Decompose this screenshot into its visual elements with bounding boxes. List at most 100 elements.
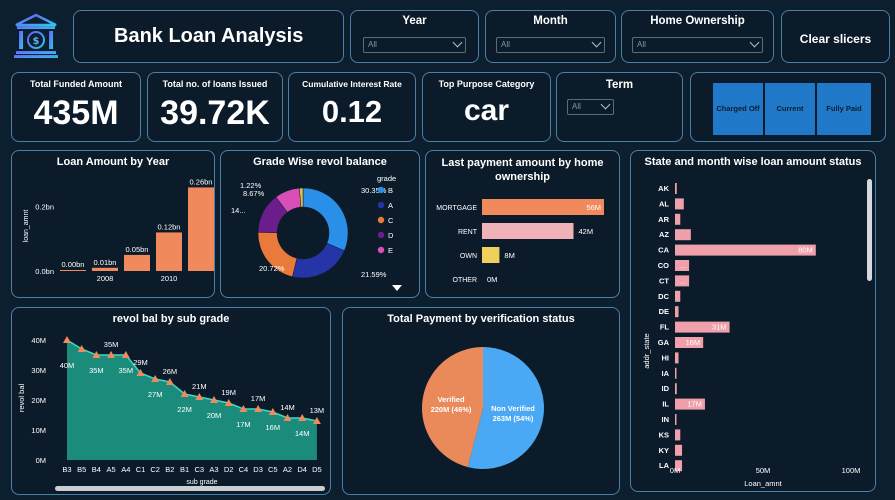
- term-dropdown[interactable]: All: [567, 99, 614, 115]
- data-value-label: 14M: [280, 403, 295, 412]
- kpi-interest-rate: Cumulative Interest Rate 0.12: [288, 72, 416, 142]
- category-label: KY: [659, 446, 669, 455]
- bar-value-label: 80M: [798, 246, 813, 255]
- y-tick-label: 10M: [31, 426, 46, 435]
- bar: [675, 383, 677, 395]
- data-value-label: 19M: [221, 388, 236, 397]
- bar-value-label: 16M: [686, 338, 701, 347]
- x-tick-label: A3: [209, 465, 218, 474]
- bar-value-label: 0.01bn: [94, 258, 117, 267]
- bar: [675, 183, 677, 194]
- x-tick-label: D3: [253, 465, 263, 474]
- month-dropdown[interactable]: All: [496, 37, 605, 53]
- grade-revol-card: Grade Wise revol balance 30.35% 21.59% 20.…: [220, 150, 420, 298]
- category-label: AL: [659, 199, 669, 208]
- data-value-label: 35M: [104, 340, 119, 349]
- legend-entry: B: [388, 186, 393, 195]
- legend-title: grade: [377, 174, 396, 183]
- bar: [156, 232, 182, 271]
- bar: [675, 444, 683, 456]
- data-value-label: 16M: [266, 423, 281, 432]
- kpi-top-purpose-label: Top Purpose Category: [438, 79, 535, 89]
- vertical-scrollbar[interactable]: [867, 179, 872, 281]
- y-tick-label: 40M: [31, 336, 46, 345]
- bar: [675, 213, 681, 225]
- bar: [675, 306, 679, 318]
- loan-by-year-chart: loan_amnt 0.0bn 0.2bn 0.00bn 0.01bn 0.05bn 0.1…: [23, 177, 214, 283]
- y-tick-label: 20M: [31, 396, 46, 405]
- home-ownership-slicer[interactable]: Home Ownership All: [621, 10, 774, 63]
- area-fill: [67, 340, 317, 460]
- bar: [675, 198, 684, 210]
- kpi-total-funded-value: 435M: [33, 94, 119, 132]
- category-label: AK: [658, 184, 669, 193]
- loan-status-current-button[interactable]: Current: [765, 83, 815, 135]
- kpi-total-loans-label: Total no. of loans Issued: [162, 79, 268, 89]
- month-slicer[interactable]: Month All: [485, 10, 616, 63]
- loan-status-slicer[interactable]: Charged Off Current Fully Paid: [690, 72, 886, 142]
- data-value-label: 26M: [163, 367, 178, 376]
- chevron-down-icon[interactable]: [392, 285, 402, 291]
- legend-entry: A: [388, 201, 393, 210]
- home-ownership-dropdown[interactable]: All: [632, 37, 763, 53]
- term-slicer[interactable]: Term All: [556, 72, 683, 142]
- donut-slice: [302, 187, 349, 252]
- horizontal-scrollbar[interactable]: [55, 486, 325, 491]
- kpi-total-loans-value: 39.72K: [160, 94, 270, 132]
- x-tick-label: D2: [224, 465, 234, 474]
- x-axis-label: Loan_amnt: [744, 479, 782, 488]
- bar: [92, 267, 118, 271]
- loan-status-charged-off-button[interactable]: Charged Off: [713, 83, 763, 135]
- x-tick-label: A5: [107, 465, 116, 474]
- title-card: Bank Loan Analysis: [73, 10, 344, 63]
- data-value-label: 14M: [295, 429, 310, 438]
- kpi-total-funded-label: Total Funded Amount: [30, 79, 122, 89]
- legend-marker: [377, 231, 385, 239]
- category-label: AZ: [659, 230, 669, 239]
- data-value-label: 22M: [177, 405, 192, 414]
- bar-value-label: 8M: [504, 251, 514, 260]
- bar: [675, 229, 691, 241]
- x-tick-label: 100M: [842, 466, 861, 475]
- x-tick-label: 50M: [756, 466, 771, 475]
- bar: [60, 270, 86, 271]
- slice-category-label: Verified: [437, 395, 465, 404]
- bar: [482, 247, 500, 263]
- chevron-down-icon: [591, 37, 602, 48]
- category-label: RENT: [458, 229, 478, 236]
- bar-value-label: 0.00bn: [62, 260, 85, 269]
- data-point: [63, 336, 71, 343]
- data-value-label: 40M: [60, 361, 75, 370]
- data-value-label: 17M: [251, 394, 266, 403]
- bar: [675, 367, 677, 379]
- data-value-label: 17M: [236, 420, 251, 429]
- category-label: OWN: [460, 253, 477, 260]
- page-title: Bank Loan Analysis: [114, 25, 304, 47]
- kpi-top-purpose-value: car: [463, 94, 510, 127]
- category-label: IL: [662, 400, 669, 409]
- year-dropdown[interactable]: All: [363, 37, 466, 53]
- data-value-label: 20M: [207, 411, 222, 420]
- clear-slicers-label: Clear slicers: [799, 32, 872, 46]
- category-label: AR: [658, 215, 669, 224]
- last-payment-chart: MORTGAGE 56M RENT 42M OWN 8M OTHER 0M: [436, 199, 604, 284]
- slice-category-label: Non Verified: [491, 404, 535, 413]
- x-tick-label: B3: [62, 465, 71, 474]
- year-slicer[interactable]: Year All: [350, 10, 479, 63]
- category-label: CA: [658, 246, 669, 255]
- svg-text:$: $: [33, 36, 40, 47]
- bar-value-label: ...: [680, 276, 686, 285]
- bar-value-label: ...: [680, 261, 686, 270]
- clear-slicers-button[interactable]: Clear slicers: [781, 10, 890, 63]
- bar-value-label: 42M: [579, 227, 594, 236]
- legend-entry: D: [388, 231, 394, 240]
- legend-marker: [377, 201, 385, 209]
- month-slicer-label: Month: [533, 15, 568, 27]
- loan-status-fully-paid-button[interactable]: Fully Paid: [817, 83, 871, 135]
- slice-value-label: 21.59%: [361, 270, 387, 279]
- bar: [482, 223, 574, 239]
- kpi-total-funded: Total Funded Amount 435M: [11, 72, 141, 142]
- kpi-interest-rate-label: Cumulative Interest Rate: [302, 79, 402, 89]
- data-value-label: 35M: [119, 366, 134, 375]
- home-ownership-slicer-label: Home Ownership: [650, 15, 745, 27]
